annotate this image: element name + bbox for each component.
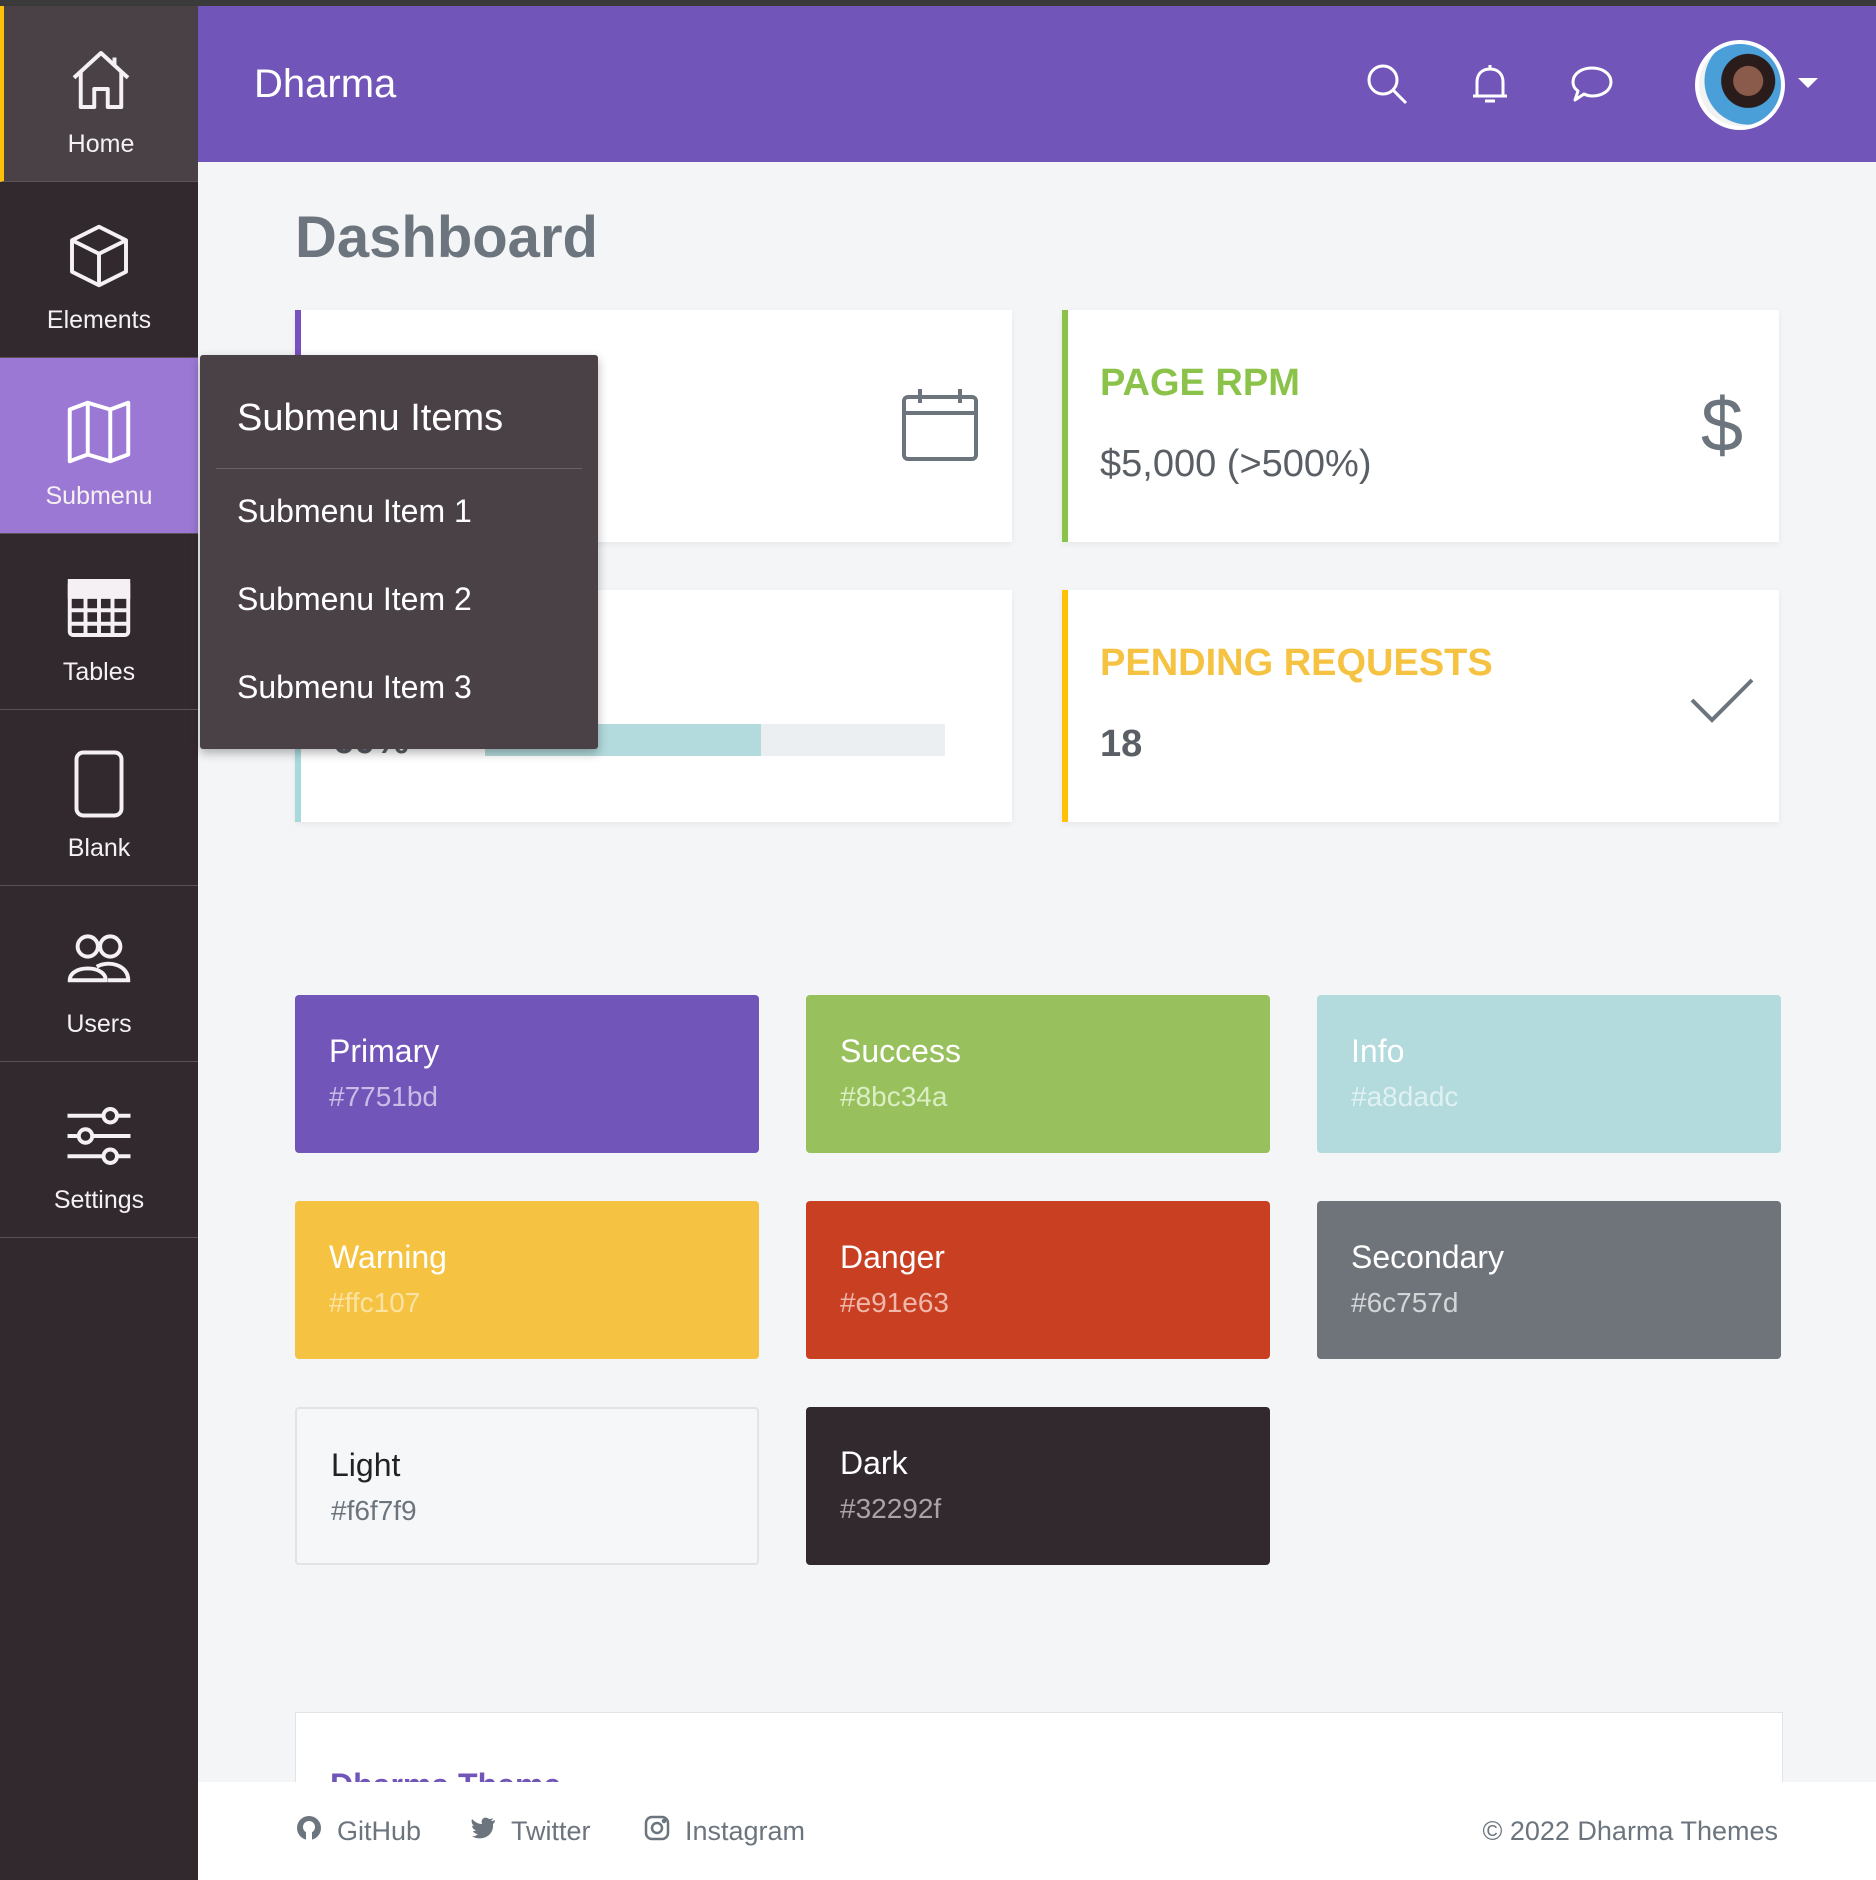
home-icon	[4, 42, 198, 118]
swatch-warning: Warning #ffc107	[295, 1201, 759, 1359]
stat-card-value: 18	[1100, 723, 1143, 765]
swatch-name: Warning	[329, 1239, 447, 1275]
sidebar-item-label: Home	[67, 130, 135, 158]
swatch-hex: #ffc107	[329, 1287, 421, 1318]
sidebar-item-settings[interactable]: Settings	[0, 1062, 198, 1238]
sliders-icon	[0, 1098, 198, 1174]
swatch-hex: #7751bd	[329, 1081, 439, 1112]
page-title: Dashboard	[295, 205, 598, 270]
brand-title[interactable]: Dharma	[254, 62, 396, 107]
stat-card-title: PAGE RPM	[1100, 362, 1300, 404]
search-icon[interactable]	[1365, 62, 1409, 106]
sidebar-item-home[interactable]: Home	[0, 6, 198, 182]
users-icon	[0, 922, 198, 998]
sidebar-item-label: Tables	[62, 658, 136, 686]
submenu-title: Submenu Items	[237, 397, 504, 439]
sidebar: Home Elements Submenu Tables Blank Users…	[0, 6, 198, 1880]
sidebar-item-label: Blank	[67, 834, 131, 862]
footer-link-label: Instagram	[685, 1816, 806, 1846]
swatch-name: Success	[840, 1033, 961, 1069]
footer-link-twitter[interactable]: Twitter	[469, 1814, 591, 1849]
swatch-info: Info #a8dadc	[1317, 995, 1781, 1153]
sidebar-item-submenu[interactable]: Submenu	[0, 358, 198, 534]
stat-card-value: $5,000 (>500%)	[1100, 443, 1372, 485]
footer-link-label: GitHub	[337, 1816, 422, 1846]
footer-link-instagram[interactable]: Instagram	[643, 1814, 805, 1849]
footer-link-label: Twitter	[511, 1816, 591, 1846]
sidebar-item-blank[interactable]: Blank	[0, 710, 198, 886]
sidebar-item-label: Settings	[53, 1186, 145, 1214]
swatch-danger: Danger #e91e63	[806, 1201, 1270, 1359]
swatch-hex: #32292f	[840, 1493, 942, 1524]
calendar-icon	[900, 385, 980, 465]
swatch-name: Danger	[840, 1239, 945, 1275]
swatch-name: Dark	[840, 1445, 908, 1481]
swatch-hex: #6c757d	[1351, 1287, 1459, 1318]
swatch-primary: Primary #7751bd	[295, 995, 759, 1153]
check-icon	[1682, 660, 1762, 740]
card-accent-bar	[1062, 310, 1068, 542]
sidebar-item-label: Users	[66, 1010, 132, 1038]
github-icon	[295, 1814, 323, 1849]
footer-link-github[interactable]: GitHub	[295, 1814, 421, 1849]
user-avatar[interactable]	[1695, 40, 1785, 130]
sidebar-item-label: Submenu	[45, 482, 153, 510]
divider	[216, 468, 582, 469]
swatch-name: Info	[1351, 1033, 1405, 1069]
dollar-icon: $	[1682, 383, 1762, 468]
cube-icon	[0, 218, 198, 294]
swatch-name: Primary	[329, 1033, 440, 1069]
table-icon	[0, 570, 198, 646]
footer: GitHub Twitter Instagram © 2022 Dharma T…	[198, 1782, 1876, 1880]
swatch-name: Light	[331, 1447, 401, 1483]
stat-card: PAGE RPM $5,000 (>500%) $	[1062, 310, 1779, 542]
chat-icon[interactable]	[1570, 62, 1614, 106]
swatch-name: Secondary	[1351, 1239, 1504, 1275]
svg-text:$: $	[1701, 385, 1743, 465]
chevron-down-icon[interactable]	[1798, 78, 1818, 88]
submenu-item-3[interactable]: Submenu Item 3	[237, 669, 472, 706]
theme-card: Dharma Theme	[295, 1712, 1783, 1782]
swatch-hex: #e91e63	[840, 1287, 950, 1318]
swatch-hex: #8bc34a	[840, 1081, 948, 1112]
copyright-text: © 2022 Dharma Themes	[1482, 1816, 1778, 1846]
card-accent-bar	[1062, 590, 1068, 822]
swatch-light: Light #f6f7f9	[295, 1407, 759, 1565]
swatch-secondary: Secondary #6c757d	[1317, 1201, 1781, 1359]
swatch-dark: Dark #32292f	[806, 1407, 1270, 1565]
rectangle-icon	[0, 746, 198, 822]
submenu-flyout: Submenu Items Submenu Item 1 Submenu Ite…	[200, 355, 598, 749]
submenu-item-2[interactable]: Submenu Item 2	[237, 581, 472, 618]
swatch-hex: #a8dadc	[1351, 1081, 1459, 1112]
instagram-icon	[643, 1814, 671, 1849]
map-icon	[0, 394, 198, 470]
stat-card-title: PENDING REQUESTS	[1100, 642, 1493, 684]
sidebar-item-label: Elements	[46, 306, 152, 334]
bell-icon[interactable]	[1468, 62, 1512, 106]
stat-card: PENDING REQUESTS 18	[1062, 590, 1779, 822]
swatch-hex: #f6f7f9	[331, 1495, 417, 1526]
top-header: Dharma	[198, 6, 1876, 162]
sidebar-item-users[interactable]: Users	[0, 886, 198, 1062]
sidebar-item-elements[interactable]: Elements	[0, 182, 198, 358]
submenu-item-1[interactable]: Submenu Item 1	[237, 493, 472, 530]
app: Home Elements Submenu Tables Blank Users…	[0, 6, 1876, 1880]
sidebar-item-tables[interactable]: Tables	[0, 534, 198, 710]
twitter-icon	[469, 1814, 497, 1849]
theme-card-title: Dharma Theme	[330, 1767, 561, 1782]
swatch-success: Success #8bc34a	[806, 995, 1270, 1153]
